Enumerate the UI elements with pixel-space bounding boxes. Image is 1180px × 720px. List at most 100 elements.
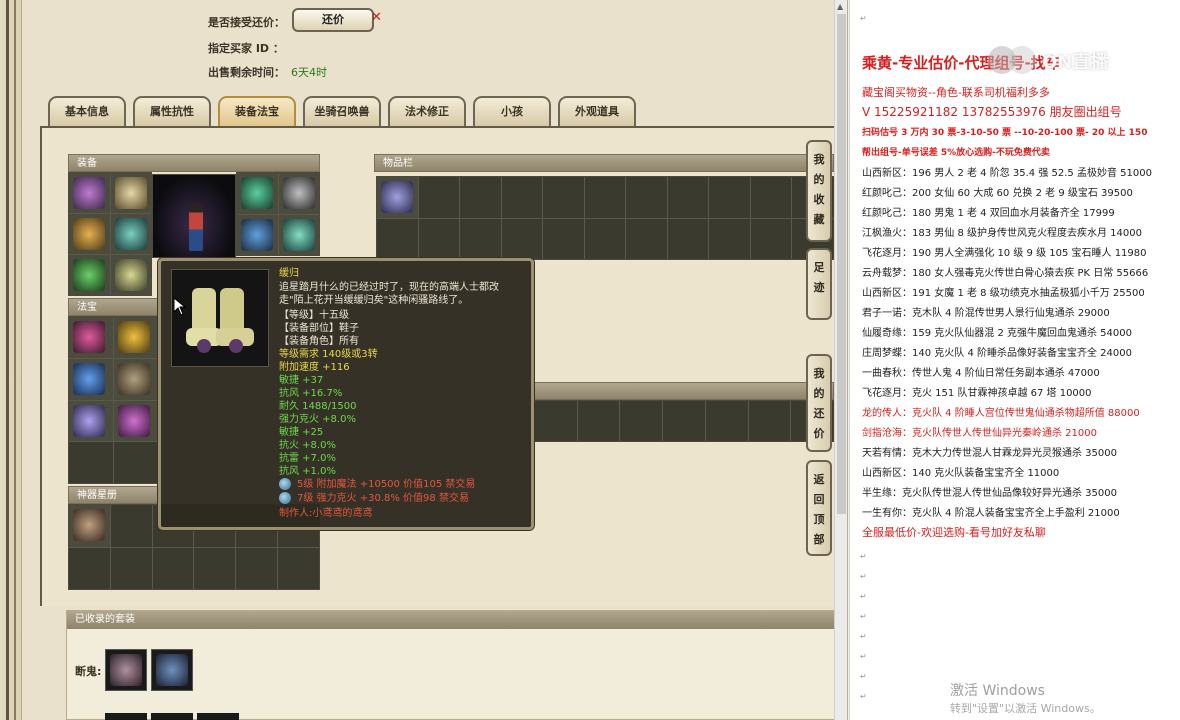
treasure-slot[interactable] xyxy=(69,358,113,400)
inventory-slot[interactable] xyxy=(460,218,501,259)
collected-row-label: 断鬼: xyxy=(75,665,102,678)
tab-mounts-pets[interactable]: 坐骑召唤兽 xyxy=(303,96,381,126)
tab-equipment[interactable]: 装备法宝 xyxy=(218,96,296,126)
tab-attributes[interactable]: 属性抗性 xyxy=(133,96,211,126)
frame-line xyxy=(14,0,16,720)
gem-icon xyxy=(279,478,291,490)
inventory-slot[interactable] xyxy=(535,401,577,441)
item-stat: 抗风 +1.0% xyxy=(279,466,336,477)
inventory-header: 物品栏 xyxy=(374,154,834,172)
set-item-slot[interactable] xyxy=(105,649,147,691)
ghost-icon xyxy=(110,654,142,686)
my-favorites-button[interactable]: 我的收藏 xyxy=(806,140,832,242)
star-slot[interactable] xyxy=(110,547,152,589)
inventory-slot[interactable] xyxy=(501,218,543,259)
inventory-slot[interactable] xyxy=(418,218,460,259)
inventory-slot[interactable] xyxy=(667,177,709,218)
inventory-slot[interactable] xyxy=(501,177,543,218)
listing-row: 江枫渔火：183 男仙 8 级护身传世风克火程度去疾水月 14000 xyxy=(862,228,1142,239)
item-requirement: 等级需求 140级或3转 xyxy=(279,349,378,360)
equip-slot[interactable] xyxy=(110,214,151,254)
set-item-slot[interactable] xyxy=(105,713,147,720)
star-slot[interactable] xyxy=(194,547,236,589)
inventory-slot[interactable] xyxy=(626,177,667,218)
scroll-up-icon[interactable]: ▲ xyxy=(837,2,843,11)
star-slot[interactable] xyxy=(110,505,152,547)
set-item-slot[interactable] xyxy=(151,713,193,720)
tab-children[interactable]: 小孩 xyxy=(473,96,551,126)
inventory-slot[interactable] xyxy=(377,218,418,259)
star-slot[interactable] xyxy=(69,505,110,547)
scroll-thumb[interactable] xyxy=(837,14,846,514)
weapon-icon xyxy=(73,218,105,250)
inventory-slot[interactable] xyxy=(750,218,792,259)
counter-offer-button[interactable]: 还价 xyxy=(292,8,374,32)
equip-slot[interactable] xyxy=(237,214,278,255)
equip-slot[interactable] xyxy=(237,173,278,214)
listing-row: 龙的传人：克火队 4 阶睡人宫位传世鬼仙通杀物超所值 88000 xyxy=(862,408,1140,419)
set-item-slot[interactable] xyxy=(151,649,193,691)
jewel-icon xyxy=(282,218,315,251)
inventory-slot[interactable] xyxy=(460,177,501,218)
equip-slot[interactable] xyxy=(110,255,151,295)
treasure-slot[interactable] xyxy=(113,317,157,358)
equip-slot[interactable] xyxy=(69,255,110,295)
activate-windows-title: 激活 Windows xyxy=(950,683,1045,699)
helmet-icon xyxy=(73,177,105,209)
inventory-slot[interactable] xyxy=(584,218,626,259)
tab-appearance[interactable]: 外观道具 xyxy=(558,96,636,126)
inventory-slot[interactable] xyxy=(577,401,620,441)
treasure-header: 法宝 xyxy=(68,298,158,316)
inventory-slot[interactable] xyxy=(705,401,748,441)
equip-slot[interactable] xyxy=(69,173,110,213)
doc-line: V 15225921182 13782553976 朋友圈出组号 xyxy=(862,105,1122,119)
inventory-slot[interactable] xyxy=(584,177,626,218)
item-stat: 抗雷 +7.0% xyxy=(279,453,336,464)
close-icon[interactable]: ✕ xyxy=(371,10,382,25)
inventory-slot[interactable] xyxy=(709,218,750,259)
listing-row: 君子一诺：克木队 4 阶混传世男人景行仙鬼通杀 29000 xyxy=(862,308,1110,319)
treasure-slot[interactable] xyxy=(69,317,113,358)
item-slot: 【装备部位】鞋子 xyxy=(279,323,359,334)
treasure-slot[interactable] xyxy=(113,442,157,483)
treasure-slot[interactable] xyxy=(69,400,113,442)
set-item-slot[interactable] xyxy=(197,713,239,720)
inventory-slot[interactable] xyxy=(543,218,584,259)
equipment-left-grid xyxy=(68,172,152,296)
boots-icon xyxy=(171,269,269,367)
treasure-slot[interactable] xyxy=(69,442,113,483)
item-tooltip: 缓归 追星踏月什么的已经过时了，现在的高端人士都改 走"陌上花开当缓缓归矣"这种… xyxy=(158,258,534,530)
equip-slot[interactable] xyxy=(110,173,151,213)
inventory-slot[interactable] xyxy=(663,401,705,441)
scrollbar[interactable]: ▲ xyxy=(834,0,847,720)
inventory-slot[interactable] xyxy=(667,218,709,259)
ring-icon xyxy=(241,218,273,251)
paragraph-mark: ↵ xyxy=(860,14,867,23)
my-counter-offers-button[interactable]: 我的还价 xyxy=(806,354,832,452)
star-slot[interactable] xyxy=(278,547,319,589)
inventory-slot[interactable] xyxy=(377,177,418,218)
item-stat: 抗风 +16.7% xyxy=(279,388,343,399)
treasure-slot[interactable] xyxy=(113,400,157,442)
inventory-slot[interactable] xyxy=(620,401,663,441)
cursor-icon xyxy=(174,298,186,316)
footprints-button[interactable]: 足迹 xyxy=(806,248,832,320)
star-slot[interactable] xyxy=(152,547,194,589)
star-slot[interactable] xyxy=(69,547,110,589)
equip-slot[interactable] xyxy=(69,214,110,254)
back-to-top-button[interactable]: 返回顶部 xyxy=(806,460,832,556)
tab-basic-info[interactable]: 基本信息 xyxy=(48,96,126,126)
inventory-slot[interactable] xyxy=(748,401,791,441)
tab-spell-fix[interactable]: 法术修正 xyxy=(388,96,466,126)
inventory-slot[interactable] xyxy=(709,177,750,218)
doc-footer: 全服最低价-欢迎选购-看号加好友私聊 xyxy=(862,526,1046,539)
inventory-slot[interactable] xyxy=(750,177,792,218)
inventory-slot[interactable] xyxy=(418,177,460,218)
belt-icon xyxy=(73,259,105,291)
equip-slot[interactable] xyxy=(278,173,319,214)
treasure-slot[interactable] xyxy=(113,358,157,400)
inventory-slot[interactable] xyxy=(543,177,584,218)
equip-slot[interactable] xyxy=(278,214,319,255)
inventory-slot[interactable] xyxy=(626,218,667,259)
star-slot[interactable] xyxy=(236,547,278,589)
